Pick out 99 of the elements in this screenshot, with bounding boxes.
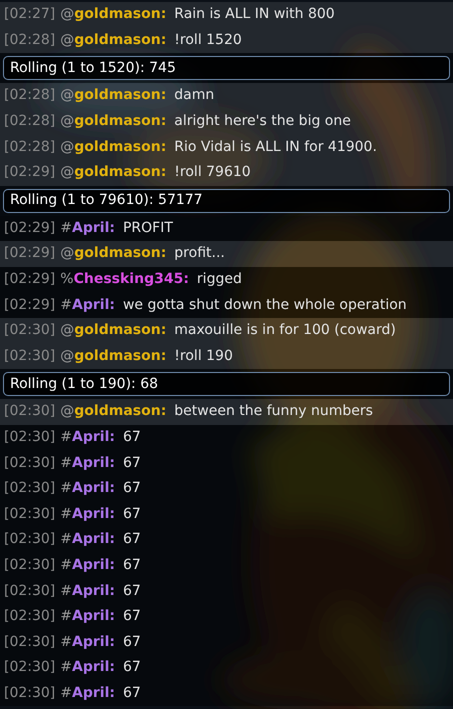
username[interactable]: April: (72, 632, 115, 653)
message-text: !roll 190 (174, 346, 233, 366)
timestamp: [02:30] (4, 346, 56, 366)
timestamp: [02:30] (4, 402, 56, 422)
message-text: 67 (122, 607, 141, 626)
message-text: maxouille is in for 100 (coward) (174, 321, 396, 340)
timestamp: [02:30] (4, 632, 56, 652)
message-text: 67 (122, 428, 141, 448)
message-text: !roll 79610 (174, 163, 251, 182)
message-text: 67 (122, 479, 141, 498)
user-rank: @ (60, 244, 74, 264)
user-rank: % (60, 270, 74, 290)
username[interactable]: Chessking345: (74, 269, 189, 290)
message-text: PROFIT (122, 218, 173, 238)
timestamp: [02:27] (4, 5, 56, 24)
timestamp: [02:30] (4, 556, 56, 575)
username[interactable]: April: (72, 606, 115, 628)
user-rank: @ (60, 30, 74, 50)
username[interactable]: April: (72, 218, 115, 239)
user-rank: # (60, 504, 72, 524)
message-text: alright here's the big one (174, 112, 351, 132)
username[interactable]: goldmason: (74, 320, 166, 342)
message-text: 67 (122, 530, 141, 550)
timestamp: [02:30] (4, 582, 56, 601)
user-rank: @ (60, 112, 74, 132)
timestamp: [02:29] (4, 218, 56, 238)
message-text: rigged (196, 270, 242, 290)
timestamp: [02:30] (4, 658, 56, 678)
user-rank: @ (60, 138, 74, 157)
timestamp: [02:28] (4, 138, 56, 157)
user-rank: # (60, 479, 72, 498)
username[interactable]: goldmason: (74, 30, 166, 51)
user-rank: @ (60, 163, 74, 182)
message-text: damn (174, 86, 214, 106)
user-rank: # (60, 428, 72, 448)
username[interactable]: goldmason: (74, 136, 166, 158)
username[interactable]: April: (72, 529, 115, 550)
roll-result: Rolling (1 to 79610): 57177 (3, 188, 450, 213)
username[interactable]: April: (72, 580, 115, 602)
timestamp: [02:30] (4, 479, 56, 498)
message-text: profit... (174, 244, 225, 264)
username[interactable]: April: (72, 554, 115, 576)
timestamp: [02:30] (4, 504, 56, 524)
message-text: 67 (122, 632, 141, 652)
user-rank: @ (60, 346, 74, 366)
username[interactable]: April: (72, 504, 115, 525)
timestamp: [02:28] (4, 86, 56, 106)
username[interactable]: goldmason: (74, 162, 166, 184)
user-rank: # (60, 218, 72, 238)
message-text: between the funny numbers (174, 402, 373, 422)
timestamp: [02:28] (4, 112, 56, 132)
message-text: Rain is ALL IN with 800 (174, 5, 335, 24)
username[interactable]: goldmason: (74, 401, 166, 422)
user-rank: # (60, 556, 72, 575)
message-text: Rio Vidal is ALL IN for 41900. (174, 138, 377, 157)
username[interactable]: goldmason: (74, 111, 166, 132)
message-text: 67 (122, 658, 141, 678)
message-text: we gotta shut down the whole operation (122, 296, 407, 315)
user-rank: # (60, 684, 72, 703)
user-rank: # (60, 530, 72, 550)
timestamp: [02:30] (4, 684, 56, 703)
user-rank: # (60, 454, 72, 473)
message-text: 67 (122, 582, 141, 601)
message-text: 67 (122, 454, 141, 473)
username[interactable]: goldmason: (74, 346, 166, 367)
timestamp: [02:29] (4, 163, 56, 182)
user-rank: @ (60, 402, 74, 422)
user-rank: @ (60, 321, 74, 340)
username[interactable]: April: (72, 657, 115, 678)
username[interactable]: goldmason: (74, 4, 166, 26)
message-text: 67 (122, 684, 141, 703)
timestamp: [02:29] (4, 296, 56, 315)
timestamp: [02:30] (4, 428, 56, 448)
user-rank: # (60, 582, 72, 601)
username[interactable]: April: (72, 452, 115, 474)
user-rank: # (60, 658, 72, 678)
message-text: 67 (122, 504, 141, 524)
user-rank: @ (60, 5, 74, 24)
username[interactable]: April: (72, 427, 115, 448)
timestamp: [02:30] (4, 454, 56, 473)
timestamp: [02:28] (4, 30, 56, 50)
username[interactable]: April: (72, 478, 115, 500)
username[interactable]: April: (72, 294, 115, 316)
message-text: !roll 1520 (174, 30, 242, 50)
user-rank: # (60, 632, 72, 652)
username[interactable]: April: (72, 682, 115, 704)
username[interactable]: goldmason: (74, 85, 166, 106)
timestamp: [02:29] (4, 244, 56, 264)
timestamp: [02:29] (4, 270, 56, 290)
timestamp: [02:30] (4, 530, 56, 550)
user-rank: @ (60, 86, 74, 106)
roll-result: Rolling (1 to 190): 68 (3, 372, 450, 396)
timestamp: [02:30] (4, 321, 56, 340)
user-rank: # (60, 607, 72, 626)
roll-result: Rolling (1 to 1520): 745 (3, 56, 450, 80)
message-text: 67 (122, 556, 141, 575)
user-rank: # (60, 296, 72, 315)
username[interactable]: goldmason: (74, 243, 166, 264)
timestamp: [02:30] (4, 607, 56, 626)
